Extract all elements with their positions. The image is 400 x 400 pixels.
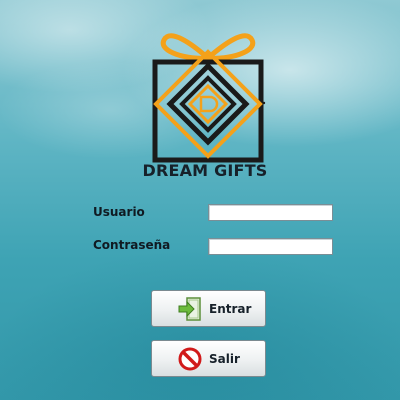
password-input[interactable] — [208, 238, 333, 255]
password-label: Contraseña — [93, 238, 171, 252]
exit-button-label: Salir — [209, 351, 240, 366]
enter-button-label: Entrar — [209, 301, 252, 316]
exit-button[interactable]: Salir — [151, 340, 266, 377]
login-arrow-icon — [177, 296, 203, 322]
enter-button[interactable]: Entrar — [151, 290, 266, 327]
gift-box-logo-icon — [152, 33, 266, 163]
username-input[interactable] — [208, 204, 333, 221]
brand-name: DREAM GIFTS — [142, 161, 268, 180]
no-entry-icon — [177, 346, 203, 372]
username-label: Usuario — [93, 205, 145, 219]
